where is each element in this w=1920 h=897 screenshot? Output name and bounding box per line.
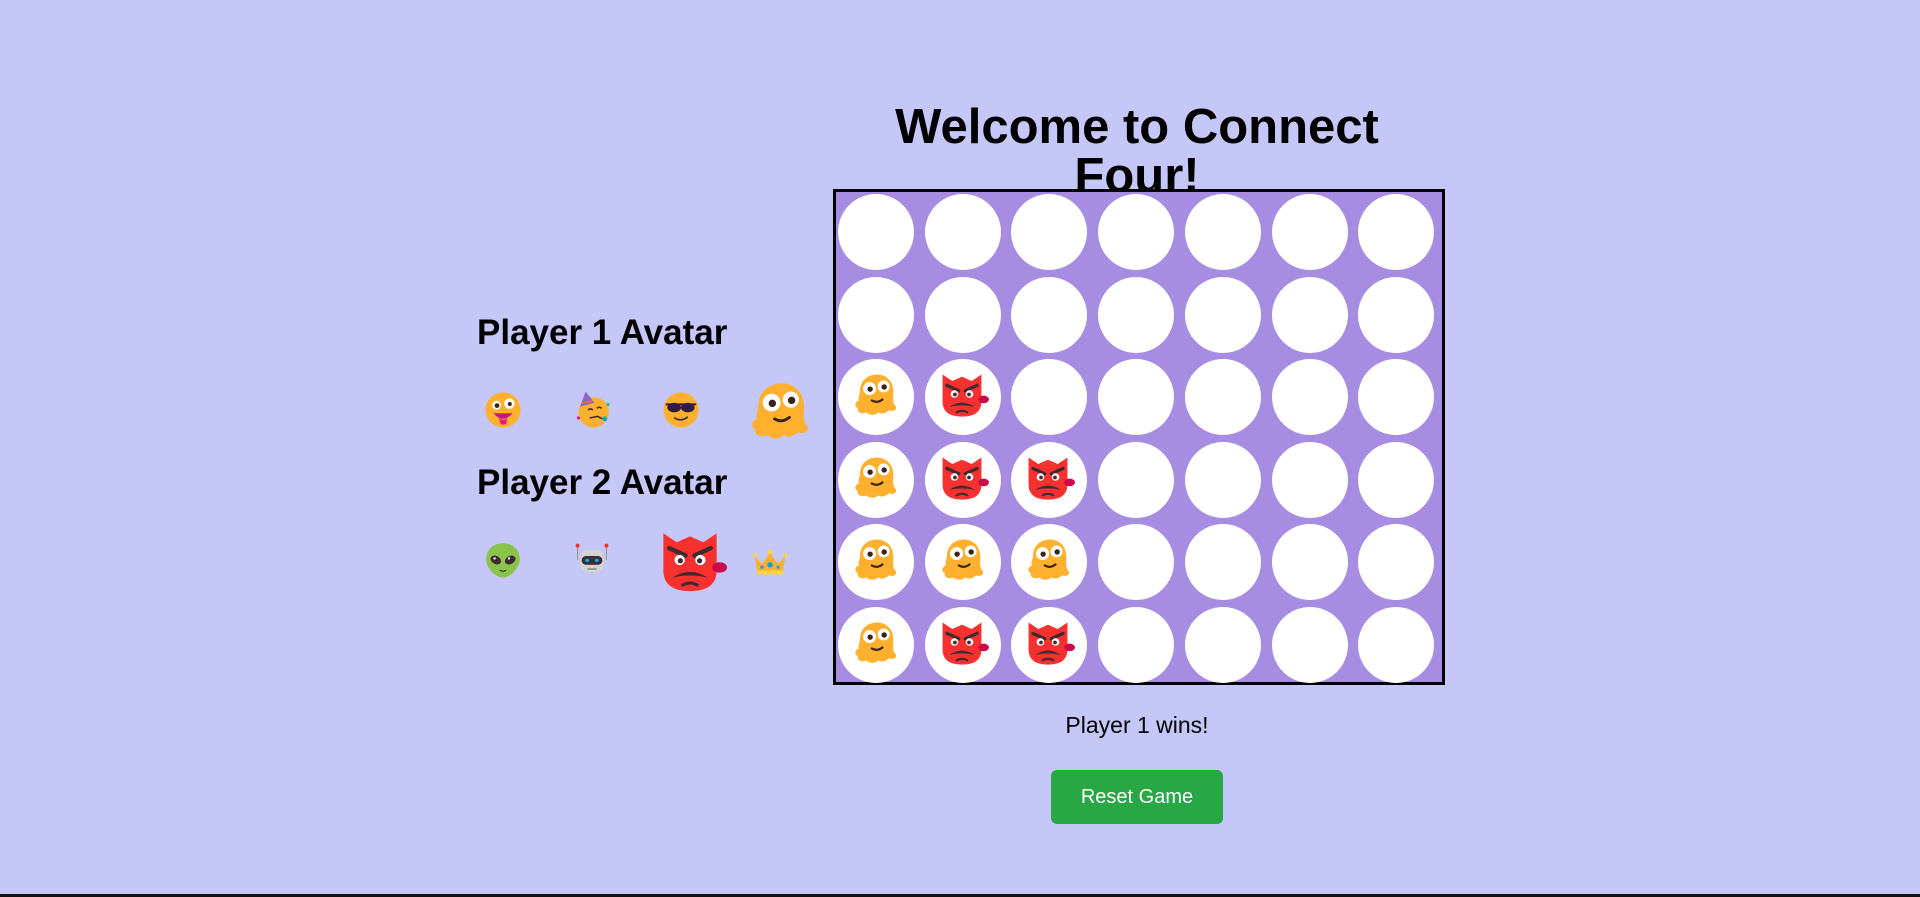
board-cell[interactable] (838, 194, 914, 270)
board-cell[interactable] (1184, 441, 1261, 518)
reset-game-button[interactable]: Reset Game (1051, 770, 1223, 824)
board-cell[interactable] (1011, 606, 1088, 683)
board-cell[interactable] (838, 606, 914, 683)
board-cell[interactable] (1098, 276, 1175, 353)
player1-avatar-option-sunglasses-face[interactable] (655, 370, 735, 450)
board-cell[interactable] (1271, 441, 1348, 518)
board-cell[interactable] (838, 441, 914, 518)
board-cell[interactable] (1271, 359, 1348, 435)
board-cell[interactable] (1184, 276, 1261, 353)
board-cell[interactable] (1098, 359, 1175, 435)
board-cell[interactable] (1184, 359, 1261, 435)
board-cell[interactable] (1358, 606, 1435, 683)
player1-avatar-option-partying-face[interactable] (566, 370, 646, 450)
game-status: Player 1 wins! (1065, 712, 1209, 738)
board-cell[interactable] (1358, 524, 1435, 600)
board-cell[interactable] (1184, 524, 1261, 600)
board-cell[interactable] (924, 194, 1001, 270)
board-cell[interactable] (924, 359, 1001, 435)
board-cell[interactable] (1098, 606, 1175, 683)
board-cell[interactable] (1011, 194, 1088, 270)
player2-avatar-options (477, 520, 817, 600)
board-cell[interactable] (1271, 606, 1348, 683)
board-cell[interactable] (838, 524, 914, 600)
player2-avatar-option-robot[interactable] (566, 520, 646, 600)
board-cell[interactable] (1358, 441, 1435, 518)
board-cell[interactable] (924, 606, 1001, 683)
board-cell[interactable] (1271, 524, 1348, 600)
board-cell[interactable] (1271, 194, 1348, 270)
board-cell[interactable] (1358, 276, 1435, 353)
board-cell[interactable] (838, 276, 914, 353)
board-cell[interactable] (1011, 524, 1088, 600)
board-cell[interactable] (924, 276, 1001, 353)
game-board (833, 189, 1445, 685)
board-cell[interactable] (1098, 441, 1175, 518)
board-cell[interactable] (924, 524, 1001, 600)
board-cell[interactable] (838, 359, 914, 435)
player2-avatar-option-goblin-face[interactable] (655, 520, 735, 600)
page-title: Welcome to Connect Four! (895, 100, 1379, 203)
board-cell[interactable] (1011, 359, 1088, 435)
player2-avatar-heading: Player 2 Avatar (477, 463, 728, 502)
board-cell[interactable] (1184, 606, 1261, 683)
player2-avatar-option-crown[interactable] (744, 520, 824, 600)
board-cell[interactable] (1098, 524, 1175, 600)
player1-avatar-option-zany-face[interactable] (477, 370, 557, 450)
board-cell[interactable] (924, 441, 1001, 518)
player1-avatar-heading: Player 1 Avatar (477, 313, 728, 352)
board-cell[interactable] (1184, 194, 1261, 270)
board-cell[interactable] (1358, 359, 1435, 435)
board-cell[interactable] (1011, 441, 1088, 518)
board-cell[interactable] (1271, 276, 1348, 353)
player2-avatar-option-alien[interactable] (477, 520, 557, 600)
player1-avatar-options (477, 370, 817, 450)
player1-avatar-option-melting-face[interactable] (744, 370, 824, 450)
board-cell[interactable] (1098, 194, 1175, 270)
board-cell[interactable] (1358, 194, 1435, 270)
board-cell[interactable] (1011, 276, 1088, 353)
